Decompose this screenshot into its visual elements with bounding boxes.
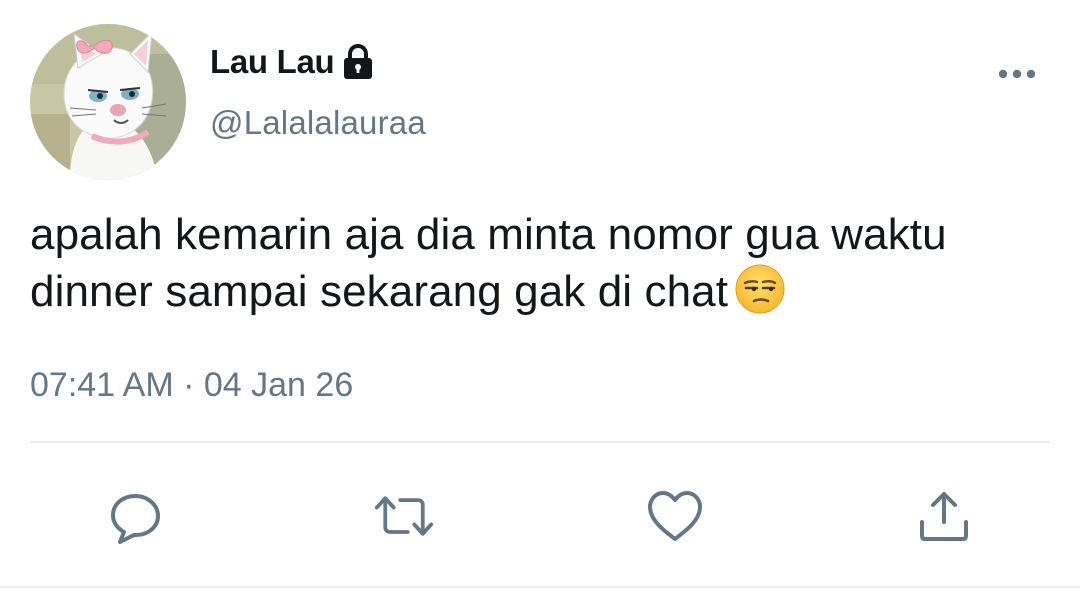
timestamp[interactable]: 07:41 AM · 04 Jan 26 (30, 366, 353, 405)
share-button[interactable] (914, 486, 974, 546)
avatar[interactable] (30, 24, 186, 180)
retweet-button[interactable] (374, 486, 434, 546)
tweet-card: Lau Lau @Lalalalauraa apalah kemarin aja… (0, 0, 1080, 606)
heart-icon (648, 491, 702, 541)
share-icon (920, 492, 968, 541)
tweet-body: apalah kemarin aja dia minta nomor gua w… (30, 210, 947, 316)
like-button[interactable] (645, 486, 705, 546)
lock-icon (342, 43, 374, 81)
tweet-date: 04 Jan 26 (203, 366, 354, 404)
bottom-border (0, 586, 1080, 588)
more-horizontal-icon[interactable] (996, 62, 1038, 86)
retweet-icon (374, 496, 434, 536)
unamused-face-icon (734, 263, 786, 315)
tweet-time: 07:41 AM (30, 366, 174, 404)
timestamp-separator: · (173, 366, 204, 404)
reply-icon (111, 494, 160, 544)
display-name-row: Lau Lau (210, 40, 374, 84)
reply-button[interactable] (106, 486, 166, 546)
action-bar (0, 480, 1080, 550)
tweet-text: apalah kemarin aja dia minta nomor gua w… (30, 206, 1060, 320)
cat-avatar-icon (30, 24, 186, 180)
username[interactable]: @Lalalalauraa (210, 104, 426, 142)
display-name[interactable]: Lau Lau (210, 43, 335, 81)
divider (30, 441, 1050, 443)
